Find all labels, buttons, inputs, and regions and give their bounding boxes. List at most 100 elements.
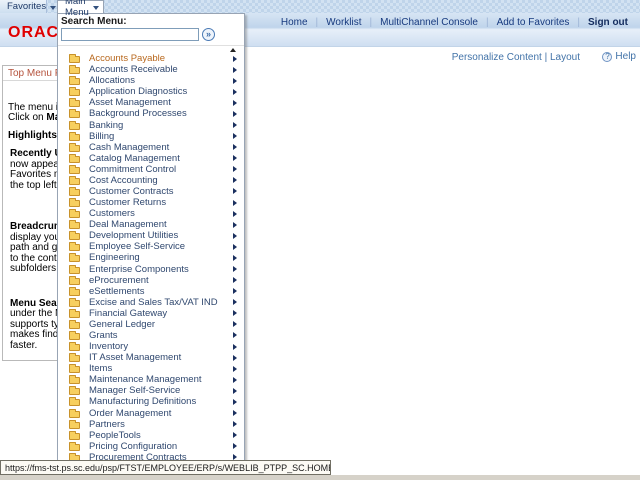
sign-out-link[interactable]: Sign out — [588, 17, 628, 28]
submenu-arrow-icon — [233, 122, 237, 128]
menu-item-label: Excise and Sales Tax/VAT IND — [89, 296, 218, 308]
menu-item[interactable]: Commitment Control — [58, 164, 244, 175]
submenu-arrow-icon — [233, 88, 237, 95]
personalize-layout-link[interactable]: Layout — [550, 52, 580, 63]
menu-item[interactable]: IT Asset Management — [58, 352, 244, 363]
header-nav: Home Worklist MultiChannel Console Add t… — [281, 17, 628, 28]
folder-icon — [69, 142, 80, 152]
menu-item[interactable]: eProcurement — [58, 275, 244, 286]
scroll-up-icon — [230, 47, 236, 52]
chevron-down-icon — [50, 5, 57, 10]
menu-item-label: Cash Management — [89, 141, 170, 153]
menu-item[interactable]: PeopleTools — [58, 430, 244, 441]
folder-icon — [69, 54, 80, 64]
folder-icon — [69, 397, 80, 407]
main-menu-tab-label: Main Menu — [65, 0, 89, 18]
menu-item[interactable]: Inventory — [58, 341, 244, 352]
menu-item[interactable]: Maintenance Management — [58, 374, 244, 385]
folder-icon — [69, 308, 80, 318]
menu-item[interactable]: General Ledger — [58, 319, 244, 330]
menu-item-label: Customer Returns — [89, 197, 167, 209]
help-link[interactable]: ? Help — [602, 51, 636, 62]
folder-icon — [69, 175, 80, 185]
submenu-arrow-icon — [233, 410, 237, 417]
menu-item[interactable]: Cost Accounting — [58, 175, 244, 186]
folder-icon — [69, 253, 80, 263]
menu-item-label: Enterprise Components — [89, 263, 189, 275]
folder-icon — [69, 209, 80, 219]
menu-item[interactable]: Excise and Sales Tax/VAT IND — [58, 297, 244, 308]
menu-item[interactable]: Customer Returns — [58, 197, 244, 208]
search-input[interactable] — [61, 28, 199, 41]
menu-item[interactable]: Financial Gateway — [58, 308, 244, 319]
menu-item-label: Manufacturing Definitions — [89, 396, 197, 408]
submenu-arrow-icon — [233, 66, 237, 73]
menu-item[interactable]: Accounts Payable — [58, 53, 244, 64]
menu-item-label: IT Asset Management — [89, 352, 182, 364]
folder-icon — [69, 120, 80, 130]
menu-item[interactable]: Partners — [58, 419, 244, 430]
menu-item[interactable]: Allocations — [58, 75, 244, 86]
menu-item[interactable]: Items — [58, 363, 244, 374]
menu-item-label: Customer Contracts — [89, 185, 174, 197]
menu-item-label: eProcurement — [89, 274, 149, 286]
nav-worklist-link[interactable]: Worklist — [326, 17, 380, 28]
menu-item[interactable]: Development Utilities — [58, 230, 244, 241]
menu-item[interactable]: Catalog Management — [58, 153, 244, 164]
menu-item-label: Commitment Control — [89, 163, 177, 175]
menu-item[interactable]: Manufacturing Definitions — [58, 396, 244, 407]
menu-item[interactable]: Accounts Receivable — [58, 64, 244, 75]
menu-item[interactable]: Grants — [58, 330, 244, 341]
nav-home-link[interactable]: Home — [281, 17, 326, 28]
search-submit-button[interactable]: » — [202, 28, 215, 41]
nav-add-to-favorites-link[interactable]: Add to Favorites — [497, 17, 588, 28]
menu-item[interactable]: Billing — [58, 131, 244, 142]
submenu-arrow-icon — [233, 243, 237, 250]
submenu-arrow-icon — [233, 299, 237, 306]
nav-multichannel-console-link[interactable]: MultiChannel Console — [380, 17, 496, 28]
submenu-arrow-icon — [233, 166, 237, 173]
folder-icon — [69, 408, 80, 418]
menu-item[interactable]: Background Processes — [58, 108, 244, 119]
menu-item-label: Customers — [89, 208, 135, 220]
page: { "header": { "favorites_tab": "Favorite… — [0, 0, 640, 480]
folder-icon — [69, 76, 80, 86]
main-menu-tab[interactable]: Main Menu — [57, 0, 104, 18]
menu-item-label: Accounts Payable — [89, 53, 166, 65]
menu-item-label: Partners — [89, 418, 125, 430]
menu-item[interactable]: eSettlements — [58, 286, 244, 297]
menu-item-label: Asset Management — [89, 97, 171, 109]
menu-item[interactable]: Employee Self-Service — [58, 241, 244, 252]
menu-item[interactable]: Enterprise Components — [58, 263, 244, 275]
menu-item[interactable]: Order Management — [58, 408, 244, 419]
menu-item-label: Billing — [89, 130, 115, 142]
submenu-arrow-icon — [233, 387, 237, 394]
menu-scroll-up[interactable] — [58, 46, 244, 53]
favorites-tab[interactable]: Favorites — [0, 0, 57, 13]
menu-item[interactable]: Customer Contracts — [58, 186, 244, 197]
menu-item[interactable]: Cash Management — [58, 142, 244, 153]
submenu-arrow-icon — [233, 321, 237, 328]
menu-item[interactable]: Manager Self-Service — [58, 385, 244, 396]
menu-item-label: Items — [89, 363, 113, 375]
personalize-separator: | — [544, 52, 548, 63]
menu-item-label: Deal Management — [89, 219, 167, 231]
menu-item[interactable]: Customers — [58, 208, 244, 219]
submenu-arrow-icon — [233, 432, 237, 439]
menu-item[interactable]: Application Diagnostics — [58, 86, 244, 97]
folder-icon — [69, 364, 80, 374]
menu-item[interactable]: Deal Management — [58, 219, 244, 230]
menu-item[interactable]: Banking — [58, 119, 244, 131]
menu-item-label: Allocations — [89, 75, 135, 87]
submenu-arrow-icon — [233, 376, 237, 383]
submenu-arrow-icon — [233, 343, 237, 350]
menu-item-label: Manager Self-Service — [89, 385, 181, 397]
menu-item[interactable]: Asset Management — [58, 97, 244, 108]
menu-item-label: Catalog Management — [89, 152, 180, 164]
menu-item-label: eSettlements — [89, 285, 145, 297]
help-icon: ? — [602, 51, 613, 62]
personalize-content-link[interactable]: Content — [507, 52, 542, 63]
menu-item[interactable]: Pricing Configuration — [58, 441, 244, 452]
menu-item[interactable]: Engineering — [58, 252, 244, 263]
menu-item-label: Background Processes — [89, 108, 187, 120]
